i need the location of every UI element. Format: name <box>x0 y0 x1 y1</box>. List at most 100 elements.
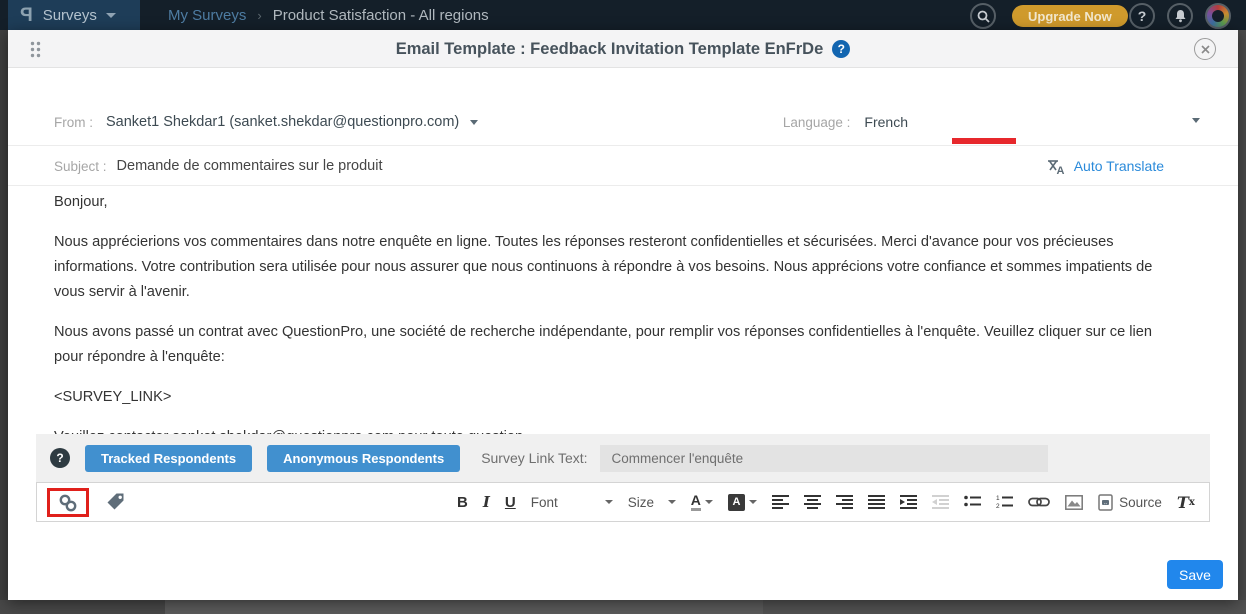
background-color-button[interactable]: A <box>728 494 757 511</box>
from-sender-dropdown[interactable]: Sanket1 Shekdar1 (sanket.shekdar@questio… <box>106 114 459 130</box>
source-label: Source <box>1119 495 1162 510</box>
language-label: Language : <box>783 115 851 130</box>
justify-icon <box>868 495 885 509</box>
tracked-respondents-button[interactable]: Tracked Respondents <box>85 445 252 472</box>
highlight-box <box>47 488 89 517</box>
survey-link-text-input[interactable] <box>600 445 1048 472</box>
language-dropdown[interactable]: Language : French <box>783 108 908 136</box>
bold-button[interactable]: B <box>457 494 468 511</box>
subject-row: Subject : Demande de commentaires sur le… <box>54 152 1202 180</box>
bulleted-list-icon <box>964 495 981 509</box>
notifications-button[interactable] <box>1167 3 1193 29</box>
decrease-indent-icon <box>932 495 949 509</box>
chevron-down-icon[interactable] <box>470 120 478 125</box>
align-center-button[interactable] <box>804 495 821 509</box>
tag-icon <box>105 492 126 512</box>
breadcrumb-my-surveys[interactable]: My Surveys <box>168 7 246 24</box>
align-right-icon <box>836 495 853 509</box>
bell-icon <box>1174 9 1187 23</box>
increase-indent-icon <box>900 495 917 509</box>
subject-input[interactable]: Demande de commentaires sur le produit <box>117 158 383 174</box>
close-icon <box>1201 45 1210 54</box>
surveys-menu-label: Surveys <box>43 7 97 24</box>
upgrade-now-button[interactable]: Upgrade Now <box>1012 5 1128 27</box>
body-paragraph: Nous avons passé un contrat avec Questio… <box>54 320 1182 370</box>
search-icon <box>977 10 990 23</box>
help-button[interactable]: ? <box>1129 3 1155 29</box>
bulleted-list-button[interactable] <box>964 495 981 509</box>
font-dropdown[interactable]: Font <box>531 495 613 510</box>
increase-indent-button[interactable] <box>900 495 917 509</box>
underline-button[interactable]: U <box>505 494 516 511</box>
from-row: From : Sanket1 Shekdar1 (sanket.shekdar@… <box>54 108 1202 136</box>
justify-button[interactable] <box>868 495 885 509</box>
auto-translate-button[interactable]: A Auto Translate <box>1047 152 1164 180</box>
svg-text:1: 1 <box>996 495 1000 502</box>
breadcrumb: My Surveys › Product Satisfaction - All … <box>168 0 489 30</box>
rewards-wheel-button[interactable] <box>1205 3 1231 29</box>
body-paragraph: Nous apprécierions vos commentaires dans… <box>54 230 1182 305</box>
title-help-icon[interactable]: ? <box>832 40 850 58</box>
chevron-down-icon <box>605 500 613 504</box>
modal-header: Email Template : Feedback Invitation Tem… <box>8 30 1238 68</box>
text-color-button[interactable]: A <box>691 493 713 511</box>
auto-translate-label: Auto Translate <box>1074 158 1164 174</box>
body-paragraph-survey-link: <SURVEY_LINK> <box>54 385 1182 410</box>
numbered-list-button[interactable]: 1 2 <box>996 495 1013 509</box>
topbar: P Surveys My Surveys › Product Satisfact… <box>0 0 1246 30</box>
chevron-down-icon <box>705 500 713 504</box>
link-icon <box>1028 495 1050 509</box>
modal-title: Email Template : Feedback Invitation Tem… <box>396 40 824 59</box>
source-icon: ↔ <box>1098 494 1113 511</box>
chevron-down-icon <box>106 13 116 18</box>
breadcrumb-current-survey: Product Satisfaction - All regions <box>273 7 489 24</box>
question-icon: ? <box>1138 8 1147 24</box>
subject-label: Subject : <box>54 159 107 174</box>
close-button[interactable] <box>1194 38 1216 60</box>
remove-format-button[interactable]: A Tx <box>1177 493 1195 512</box>
insert-link-button[interactable] <box>1028 495 1050 509</box>
drag-handle[interactable] <box>30 41 41 58</box>
background-color-letter: A <box>728 494 745 511</box>
respondents-help-icon[interactable]: ? <box>50 448 70 468</box>
italic-button[interactable]: I <box>483 493 490 511</box>
editor-toolbar: B I U Font Size A A <box>36 482 1210 522</box>
decrease-indent-button <box>932 495 949 509</box>
source-button[interactable]: ↔ Source <box>1098 494 1162 511</box>
numbered-list-icon: 1 2 <box>996 495 1013 509</box>
size-dropdown-label: Size <box>628 495 654 510</box>
breadcrumb-separator: › <box>257 8 261 23</box>
questionpro-logo: P <box>20 6 33 25</box>
respondent-options-band: ? Tracked Respondents Anonymous Responde… <box>36 434 1210 482</box>
merge-tag-button[interactable] <box>105 492 126 512</box>
body-paragraph: Bonjour, <box>54 190 1182 215</box>
save-button[interactable]: Save <box>1167 560 1223 589</box>
align-center-icon <box>804 495 821 509</box>
surveys-product-menu[interactable]: P Surveys <box>8 0 140 30</box>
align-left-button[interactable] <box>772 495 789 509</box>
insert-survey-link-icon[interactable] <box>58 493 78 513</box>
font-dropdown-label: Font <box>531 495 558 510</box>
insert-image-button[interactable] <box>1065 495 1083 510</box>
overlay-left <box>0 30 8 614</box>
language-chevron-down-icon[interactable] <box>1192 118 1200 123</box>
chevron-down-icon <box>749 500 757 504</box>
translate-icon: A <box>1047 158 1066 175</box>
from-label: From : <box>54 115 93 130</box>
language-active-underline <box>952 138 1016 144</box>
svg-text:↔: ↔ <box>1103 500 1108 506</box>
text-color-letter: A <box>691 493 701 511</box>
drag-dots-icon <box>30 41 41 58</box>
language-value[interactable]: French <box>864 114 908 130</box>
survey-link-text-label: Survey Link Text: <box>481 450 587 466</box>
anonymous-respondents-button[interactable]: Anonymous Respondents <box>267 445 460 472</box>
size-dropdown[interactable]: Size <box>628 495 676 510</box>
svg-text:2: 2 <box>996 503 1000 509</box>
format-buttons-group: B I U Font Size A A <box>457 483 1195 521</box>
email-template-modal: Email Template : Feedback Invitation Tem… <box>8 30 1238 600</box>
align-right-button[interactable] <box>836 495 853 509</box>
search-button[interactable] <box>970 3 996 29</box>
svg-text:A: A <box>1056 165 1064 175</box>
divider <box>8 185 1238 186</box>
align-left-icon <box>772 495 789 509</box>
